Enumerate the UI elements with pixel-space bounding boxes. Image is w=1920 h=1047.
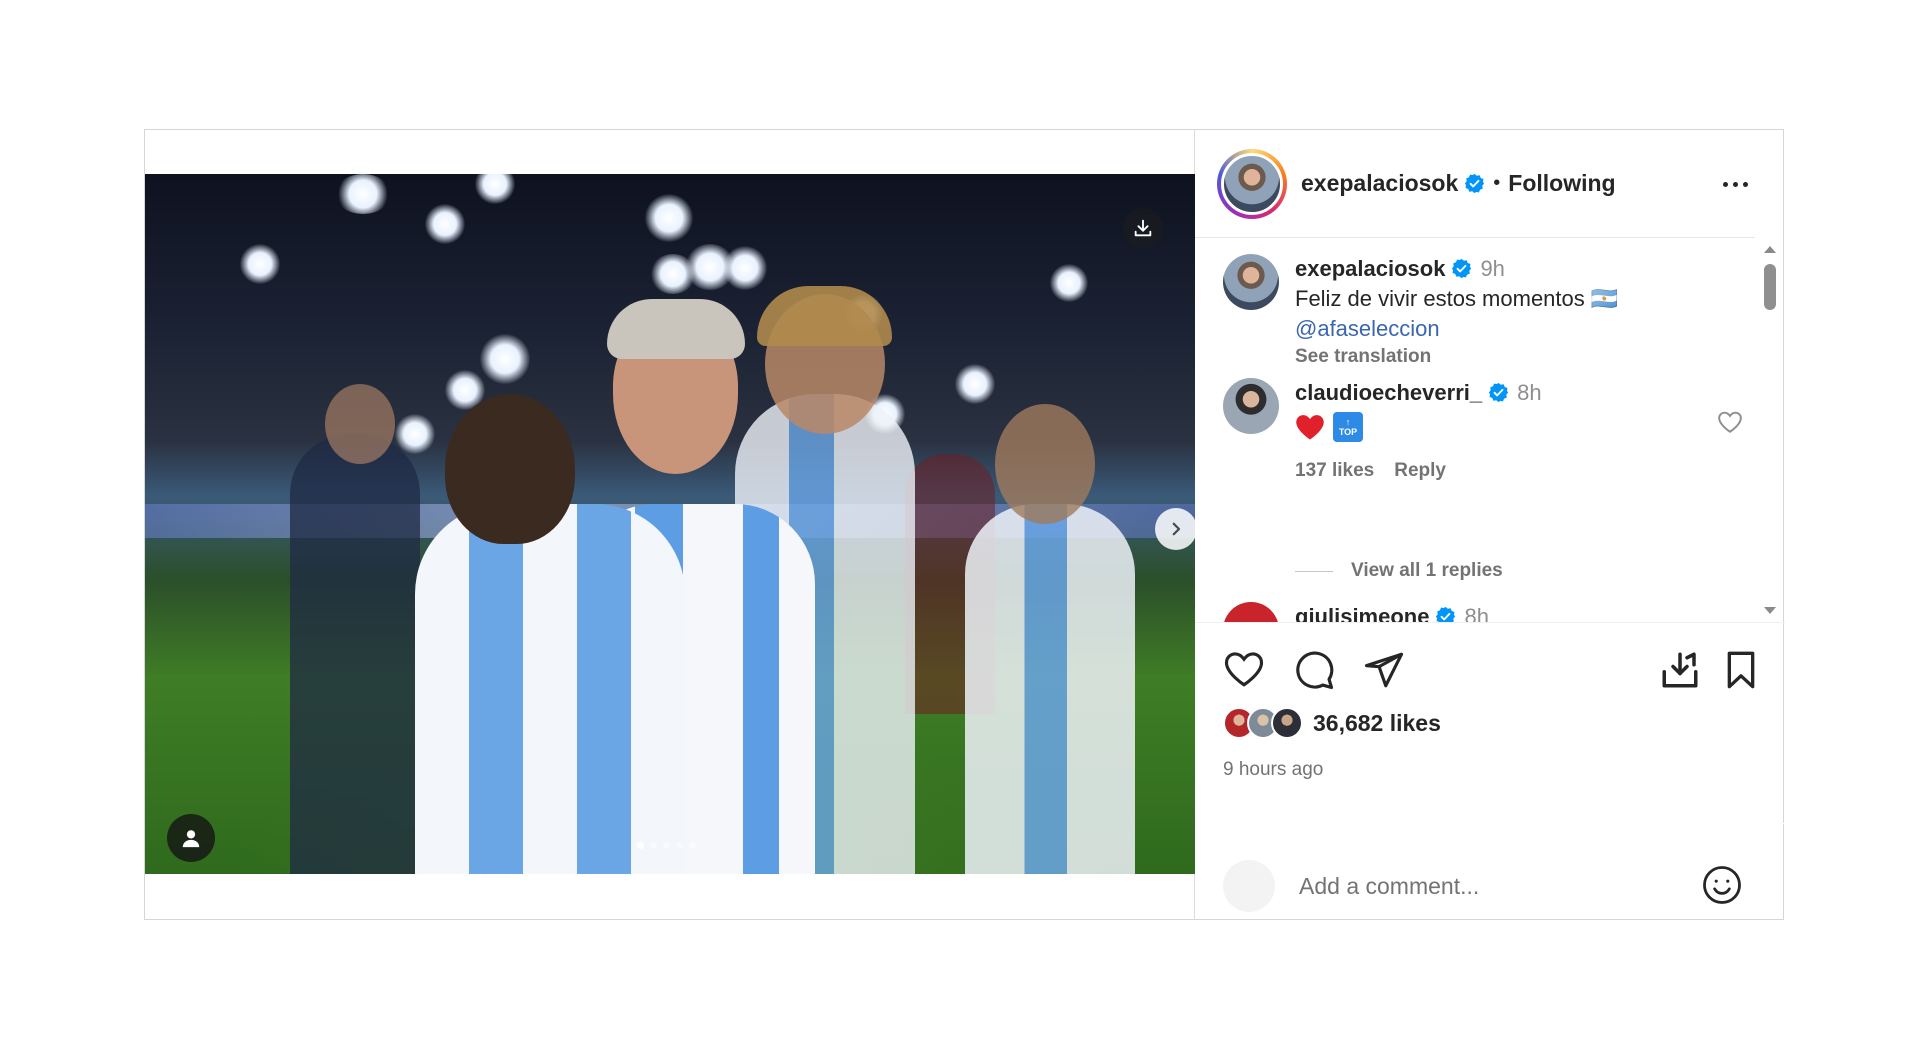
download-button[interactable] xyxy=(1123,208,1163,248)
more-icon xyxy=(1722,181,1728,187)
post-media xyxy=(145,130,1197,919)
comment-input[interactable] xyxy=(1299,868,1679,904)
heart-icon[interactable] xyxy=(1717,410,1743,434)
view-replies-button[interactable]: View all 1 replies xyxy=(1295,560,1503,582)
likes-summary[interactable]: 36,682 likes xyxy=(1223,707,1441,739)
reply-button[interactable]: Reply xyxy=(1394,460,1446,481)
user-tag-button[interactable] xyxy=(167,814,215,862)
avatar[interactable] xyxy=(1223,254,1279,310)
stadium-light xyxy=(645,194,693,242)
stadium-light xyxy=(723,246,767,290)
likes-count[interactable]: 36,682 likes xyxy=(1313,710,1441,737)
avatar xyxy=(1221,152,1283,215)
comment-time[interactable]: 8h xyxy=(1517,380,1541,405)
stadium-light xyxy=(475,174,515,204)
save-to-device-icon[interactable] xyxy=(1659,649,1701,691)
comment-username[interactable]: claudioecheverri_ xyxy=(1295,380,1482,405)
verified-icon xyxy=(1488,382,1509,403)
post-time[interactable]: 9 hours ago xyxy=(1223,759,1323,781)
comment-username[interactable]: giulisimeone xyxy=(1295,604,1429,622)
author-username[interactable]: exepalaciosok xyxy=(1301,170,1458,197)
next-slide-button[interactable] xyxy=(1155,508,1197,550)
caption-text: Feliz de vivir estos momentos 🇦🇷 xyxy=(1295,286,1619,311)
walking-player xyxy=(965,504,1135,874)
mention-link[interactable]: @afaseleccion xyxy=(1295,314,1618,344)
hugging-player-hair xyxy=(607,299,745,359)
add-comment-bar xyxy=(1195,823,1785,920)
instagram-post: exepalaciosok • Following exepalaciosok 9… xyxy=(144,129,1785,920)
post-photo[interactable] xyxy=(145,174,1195,874)
verified-icon xyxy=(1452,258,1472,279)
download-icon xyxy=(1134,219,1152,237)
stadium-light xyxy=(335,174,391,214)
stadium-light xyxy=(480,334,530,384)
comment: giulisimeone 8h xyxy=(1223,602,1743,622)
comments-scrollbar[interactable] xyxy=(1761,242,1777,618)
carousel-dot xyxy=(663,842,670,849)
carousel-dot xyxy=(676,842,683,849)
comments-list[interactable]: exepalaciosok 9h Feliz de vivir estos mom… xyxy=(1195,238,1785,622)
number-ten-player-head xyxy=(445,394,575,544)
top-label: TOP xyxy=(1338,427,1358,437)
avatar[interactable] xyxy=(1223,378,1279,434)
verified-icon xyxy=(1436,606,1456,622)
see-translation-link[interactable]: See translation xyxy=(1295,346,1618,368)
stadium-light xyxy=(395,414,435,454)
share-icon[interactable] xyxy=(1363,649,1405,691)
comment-time[interactable]: 8h xyxy=(1464,604,1488,622)
emoji-icon[interactable] xyxy=(1701,864,1743,906)
comment: claudioecheverri_ 8h ↑ TOP 137 likes Reply xyxy=(1223,378,1743,482)
background-official xyxy=(290,434,420,874)
post-actions: 36,682 likes 9 hours ago xyxy=(1195,622,1785,919)
verified-icon xyxy=(1465,173,1485,194)
heart-icon[interactable] xyxy=(1223,649,1265,689)
replies-line xyxy=(1295,570,1333,572)
carousel-dot xyxy=(689,842,696,849)
scroll-up-arrow[interactable] xyxy=(1764,246,1776,253)
stadium-light xyxy=(955,364,995,404)
walking-player-head xyxy=(995,404,1095,524)
separator-dot: • xyxy=(1493,172,1501,194)
number-ten-player xyxy=(415,504,685,874)
user-tag-icon xyxy=(182,830,200,848)
post-side-panel: exepalaciosok • Following exepalaciosok 9… xyxy=(1195,130,1785,919)
carousel-dot xyxy=(637,842,644,849)
chevron-right-icon xyxy=(1172,522,1181,536)
story-ring[interactable] xyxy=(1217,148,1287,219)
stadium-light xyxy=(1050,264,1088,302)
top-arrow-icon: ↑ TOP xyxy=(1333,412,1363,442)
post-header: exepalaciosok • Following xyxy=(1195,130,1755,238)
comment-likes[interactable]: 137 likes xyxy=(1295,460,1374,481)
stadium-light xyxy=(425,204,465,244)
more-options-button[interactable] xyxy=(1715,170,1755,198)
avatar xyxy=(1223,860,1275,912)
comment-time[interactable]: 9h xyxy=(1480,256,1504,281)
scroll-down-arrow[interactable] xyxy=(1764,607,1776,614)
stadium-light xyxy=(240,244,280,284)
caption: exepalaciosok 9h Feliz de vivir estos mom… xyxy=(1223,254,1743,368)
carousel-dot xyxy=(650,842,657,849)
red-heart-icon xyxy=(1296,415,1324,440)
following-button[interactable]: Following xyxy=(1508,170,1615,197)
liker-avatar xyxy=(1271,707,1303,739)
scrollbar-thumb[interactable] xyxy=(1764,264,1776,310)
comment-username[interactable]: exepalaciosok xyxy=(1295,256,1445,281)
comment-emojis: ↑ TOP xyxy=(1295,412,1542,442)
carousel-dots xyxy=(637,842,696,849)
background-official-head xyxy=(325,384,395,464)
comment-icon[interactable] xyxy=(1293,649,1335,691)
avatar[interactable] xyxy=(1223,602,1279,622)
blond-player-hair xyxy=(757,286,892,346)
bookmark-icon[interactable] xyxy=(1721,649,1761,691)
